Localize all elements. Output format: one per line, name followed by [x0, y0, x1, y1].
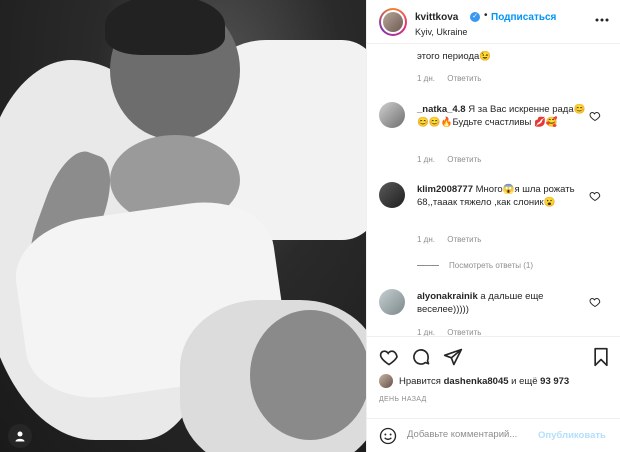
action-bar	[367, 336, 620, 376]
reply-button[interactable]: Ответить	[447, 74, 481, 83]
reply-button[interactable]: Ответить	[447, 235, 481, 244]
heart-icon[interactable]	[589, 190, 601, 202]
verified-badge-icon: ✓	[470, 12, 480, 22]
comment-text: klim2008777 Много😱я шла рожать 68,,тааак…	[417, 184, 575, 208]
heart-icon[interactable]	[589, 296, 601, 308]
comment-meta: 1 дн. Ответить	[417, 155, 491, 164]
separator-dot: •	[484, 10, 488, 21]
add-comment-bar: Опубликовать	[367, 418, 620, 452]
comment-input[interactable]	[407, 429, 557, 440]
likes-summary: Нравится dashenka8045 и ещё 93 973	[379, 373, 569, 389]
bookmark-icon[interactable]	[591, 347, 611, 367]
comment-meta: 1 дн. Ответить	[417, 74, 491, 83]
comment-time: 1 дн.	[417, 328, 435, 336]
commenter-avatar[interactable]	[379, 182, 405, 208]
replies-divider	[417, 265, 439, 266]
location-link[interactable]: Kyiv, Ukraine	[415, 27, 467, 37]
post-details-panel: kvittkova ✓ • Подписаться Kyiv, Ukraine …	[366, 0, 620, 452]
comment-text: alyonakrainik а дальше еще веселее)))))	[417, 291, 544, 315]
comment-username[interactable]: _natka_4.8	[417, 104, 466, 115]
comment-text: этого периода😉	[417, 51, 492, 62]
comment-time: 1 дн.	[417, 155, 435, 164]
post-header: kvittkova ✓ • Подписаться Kyiv, Ukraine	[367, 0, 620, 44]
user-icon	[15, 431, 25, 442]
emoji-smile-icon[interactable]	[379, 427, 397, 445]
comment-meta: 1 дн. Ответить	[417, 235, 491, 244]
photo-man-hair	[105, 0, 225, 55]
comment-time: 1 дн.	[417, 235, 435, 244]
post-photo[interactable]	[0, 0, 366, 452]
comment-username[interactable]: alyonakrainik	[417, 291, 478, 302]
heart-icon[interactable]	[589, 110, 601, 122]
post-timestamp: ДЕНЬ НАЗАД	[379, 396, 427, 403]
follow-button[interactable]: Подписаться	[491, 12, 556, 23]
author-username[interactable]: kvittkova	[415, 12, 458, 23]
comment-bubble-icon[interactable]	[411, 347, 431, 367]
author-avatar[interactable]	[379, 8, 407, 36]
comment-text: _natka_4.8 Я за Вас искренне рада😊😊😊🔥Буд…	[417, 104, 586, 128]
more-dots-icon[interactable]	[595, 18, 609, 22]
reply-button[interactable]: Ответить	[447, 328, 481, 336]
comment-time: 1 дн.	[417, 74, 435, 83]
commenter-avatar[interactable]	[379, 102, 405, 128]
comment-meta: 1 дн. Ответить	[417, 328, 491, 336]
view-replies-button[interactable]: Посмотреть ответы (1)	[417, 261, 533, 270]
liker-username[interactable]: dashenka8045	[444, 376, 509, 387]
commenter-avatar[interactable]	[379, 289, 405, 315]
comments-list[interactable]: этого периода😉 1 дн. Ответить _natka_4.8…	[367, 44, 620, 336]
comment-username[interactable]: klim2008777	[417, 184, 473, 195]
like-heart-icon[interactable]	[379, 347, 399, 367]
likes-count[interactable]: 93 973	[540, 376, 569, 387]
share-send-icon[interactable]	[443, 347, 463, 367]
photo-woman-face	[250, 310, 366, 440]
tagged-users-button[interactable]	[8, 424, 32, 448]
post-comment-button[interactable]: Опубликовать	[538, 430, 606, 441]
liker-avatar[interactable]	[379, 374, 393, 388]
reply-button[interactable]: Ответить	[447, 155, 481, 164]
